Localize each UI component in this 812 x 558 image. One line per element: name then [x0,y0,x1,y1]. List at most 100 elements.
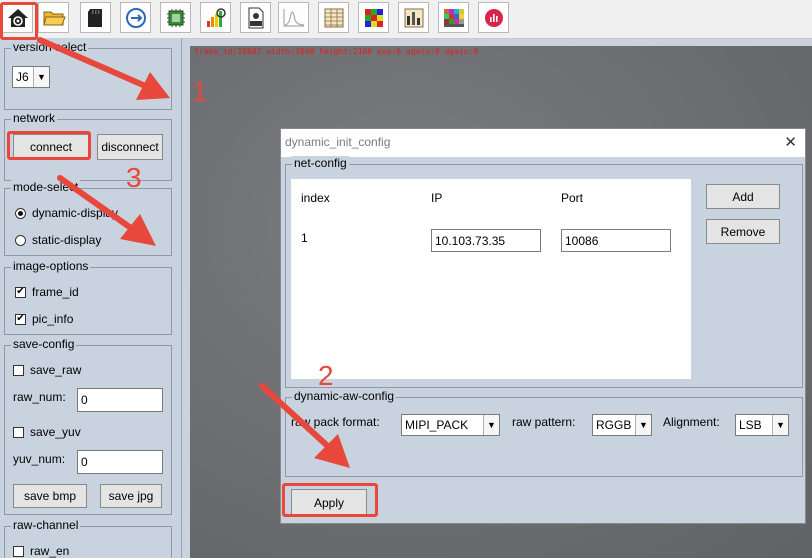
sd-card-button[interactable] [80,2,111,33]
raw-pattern-label: raw pattern: [512,415,576,429]
mode-static-display-radio[interactable]: static-display [15,233,101,247]
save-config-title: save-config [11,337,77,351]
raw-num-input[interactable]: 0 [77,388,163,412]
col-port-header: Port [561,191,584,205]
net-config-title: net-config [292,156,349,170]
net-config-table: index IP Port 1 10.103.73.35 10086 [291,179,691,379]
apply-highlight-box [282,483,378,517]
raw-num-label: raw_num: [13,390,66,404]
radio-selected-icon [15,207,26,219]
close-icon[interactable]: ✕ [784,133,797,151]
dialog-title: dynamic_init_config [285,135,391,149]
waveform-button[interactable] [278,2,309,33]
histogram-icon [206,7,226,27]
grid-table-button[interactable] [318,2,349,33]
raw-en-checkbox[interactable]: raw_en [13,544,69,558]
raw-pattern-value: RGGB [596,418,632,432]
raw-file-icon [248,7,263,28]
dynamic-aw-config-title: dynamic-aw-config [292,389,397,403]
network-loop-button[interactable] [120,2,151,33]
yuv-num-input[interactable]: 0 [77,450,163,474]
alignment-label: Alignment: [663,415,720,429]
mode-static-display-label: static-display [32,233,102,247]
chevron-down-icon: ▼ [483,415,499,435]
disconnect-button[interactable]: disconnect [97,134,163,160]
checkmark-icon: ✔ [15,286,26,298]
alignment-value: LSB [739,418,762,432]
frame-info-overlay: frame_id:18687 width:3840 height:2160 ex… [194,47,479,56]
version-select-title: version select [11,40,89,54]
step-number-3: 3 [126,162,142,193]
gauge-icon [484,8,503,27]
toolbar [0,0,812,39]
waveform-icon [283,8,304,26]
home-highlight-box [0,2,38,40]
frame-id-label: frame_id [32,285,79,299]
raw-pack-format-label: raw pack format: [291,415,380,429]
raw-en-label: raw_en [30,544,70,558]
version-select-group: version select J6 ▼ [4,40,172,110]
pic-info-checkbox[interactable]: ✔ pic_info [15,312,73,326]
yuv-num-label: yuv_num: [13,452,66,466]
radio-unselected-icon [15,234,26,246]
save-jpg-button[interactable]: save jpg [100,484,162,508]
color-checker-icon [364,8,383,27]
frame-id-checkbox[interactable]: ✔ frame_id [15,285,79,299]
checkmark-icon: ✔ [15,313,26,325]
network-title: network [11,111,58,125]
ip-input[interactable]: 10.103.73.35 [431,229,541,252]
mode-select-title: mode-select [11,180,81,194]
pic-info-label: pic_info [32,312,74,326]
open-folder-button[interactable] [38,2,69,33]
save-config-group: save-config save_raw raw_num: 0 save_yuv… [4,337,172,515]
bars-icon [404,8,423,27]
port-input[interactable]: 10086 [561,229,671,252]
sd-card-icon [87,8,102,27]
chevron-down-icon: ▼ [772,415,788,435]
row-index-cell: 1 [301,231,308,245]
dynamic-init-config-dialog: dynamic_init_config ✕ net-config index I… [280,128,806,524]
add-button[interactable]: Add [706,184,780,209]
color-chart-icon [443,8,464,27]
image-options-group: image-options ✔ frame_id ✔ pic_info [4,259,172,335]
raw-channel-title: raw-channel [11,518,81,532]
image-options-title: image-options [11,259,91,273]
save-raw-label: save_raw [30,363,82,377]
raw-channel-group: raw-channel raw_en [4,518,172,558]
save-raw-checkbox[interactable]: save_raw [13,363,81,377]
col-index-header: index [301,191,330,205]
color-checker-button[interactable] [358,2,389,33]
bars-button[interactable] [398,2,429,33]
save-yuv-checkbox[interactable]: save_yuv [13,425,81,439]
remove-button[interactable]: Remove [706,219,780,244]
mode-dynamic-display-radio[interactable]: dynamic-display [15,206,118,220]
version-select[interactable]: J6 ▼ [12,66,50,88]
col-ip-header: IP [431,191,443,205]
network-loop-icon [125,7,146,28]
save-bmp-button[interactable]: save bmp [13,484,87,508]
mode-select-group: mode-select dynamic-display static-displ… [4,180,172,256]
chip-button[interactable] [160,2,191,33]
version-value: J6 [16,70,29,84]
checkbox-empty-icon [13,364,24,376]
connect-highlight-box [7,131,91,160]
alignment-select[interactable]: LSB ▼ [735,414,789,436]
step-number-2: 2 [318,360,334,391]
grid-table-icon [324,8,343,27]
raw-pack-format-value: MIPI_PACK [405,418,469,432]
gauge-button[interactable] [478,2,509,33]
dialog-titlebar[interactable]: dynamic_init_config ✕ [281,129,805,157]
histogram-button[interactable] [200,2,231,33]
dynamic-aw-config-group: dynamic-aw-config [285,389,803,477]
chevron-down-icon: ▼ [33,67,49,87]
raw-file-button[interactable] [240,2,271,33]
raw-pattern-select[interactable]: RGGB ▼ [592,414,652,436]
color-chart-button[interactable] [438,2,469,33]
left-panel: version select J6 ▼ network connect disc… [0,38,182,558]
step-number-1: 1 [192,76,208,107]
chevron-down-icon: ▼ [635,415,651,435]
chip-icon [166,8,185,27]
open-folder-icon [42,11,66,25]
checkbox-empty-icon [13,426,24,438]
raw-pack-format-select[interactable]: MIPI_PACK ▼ [401,414,500,436]
